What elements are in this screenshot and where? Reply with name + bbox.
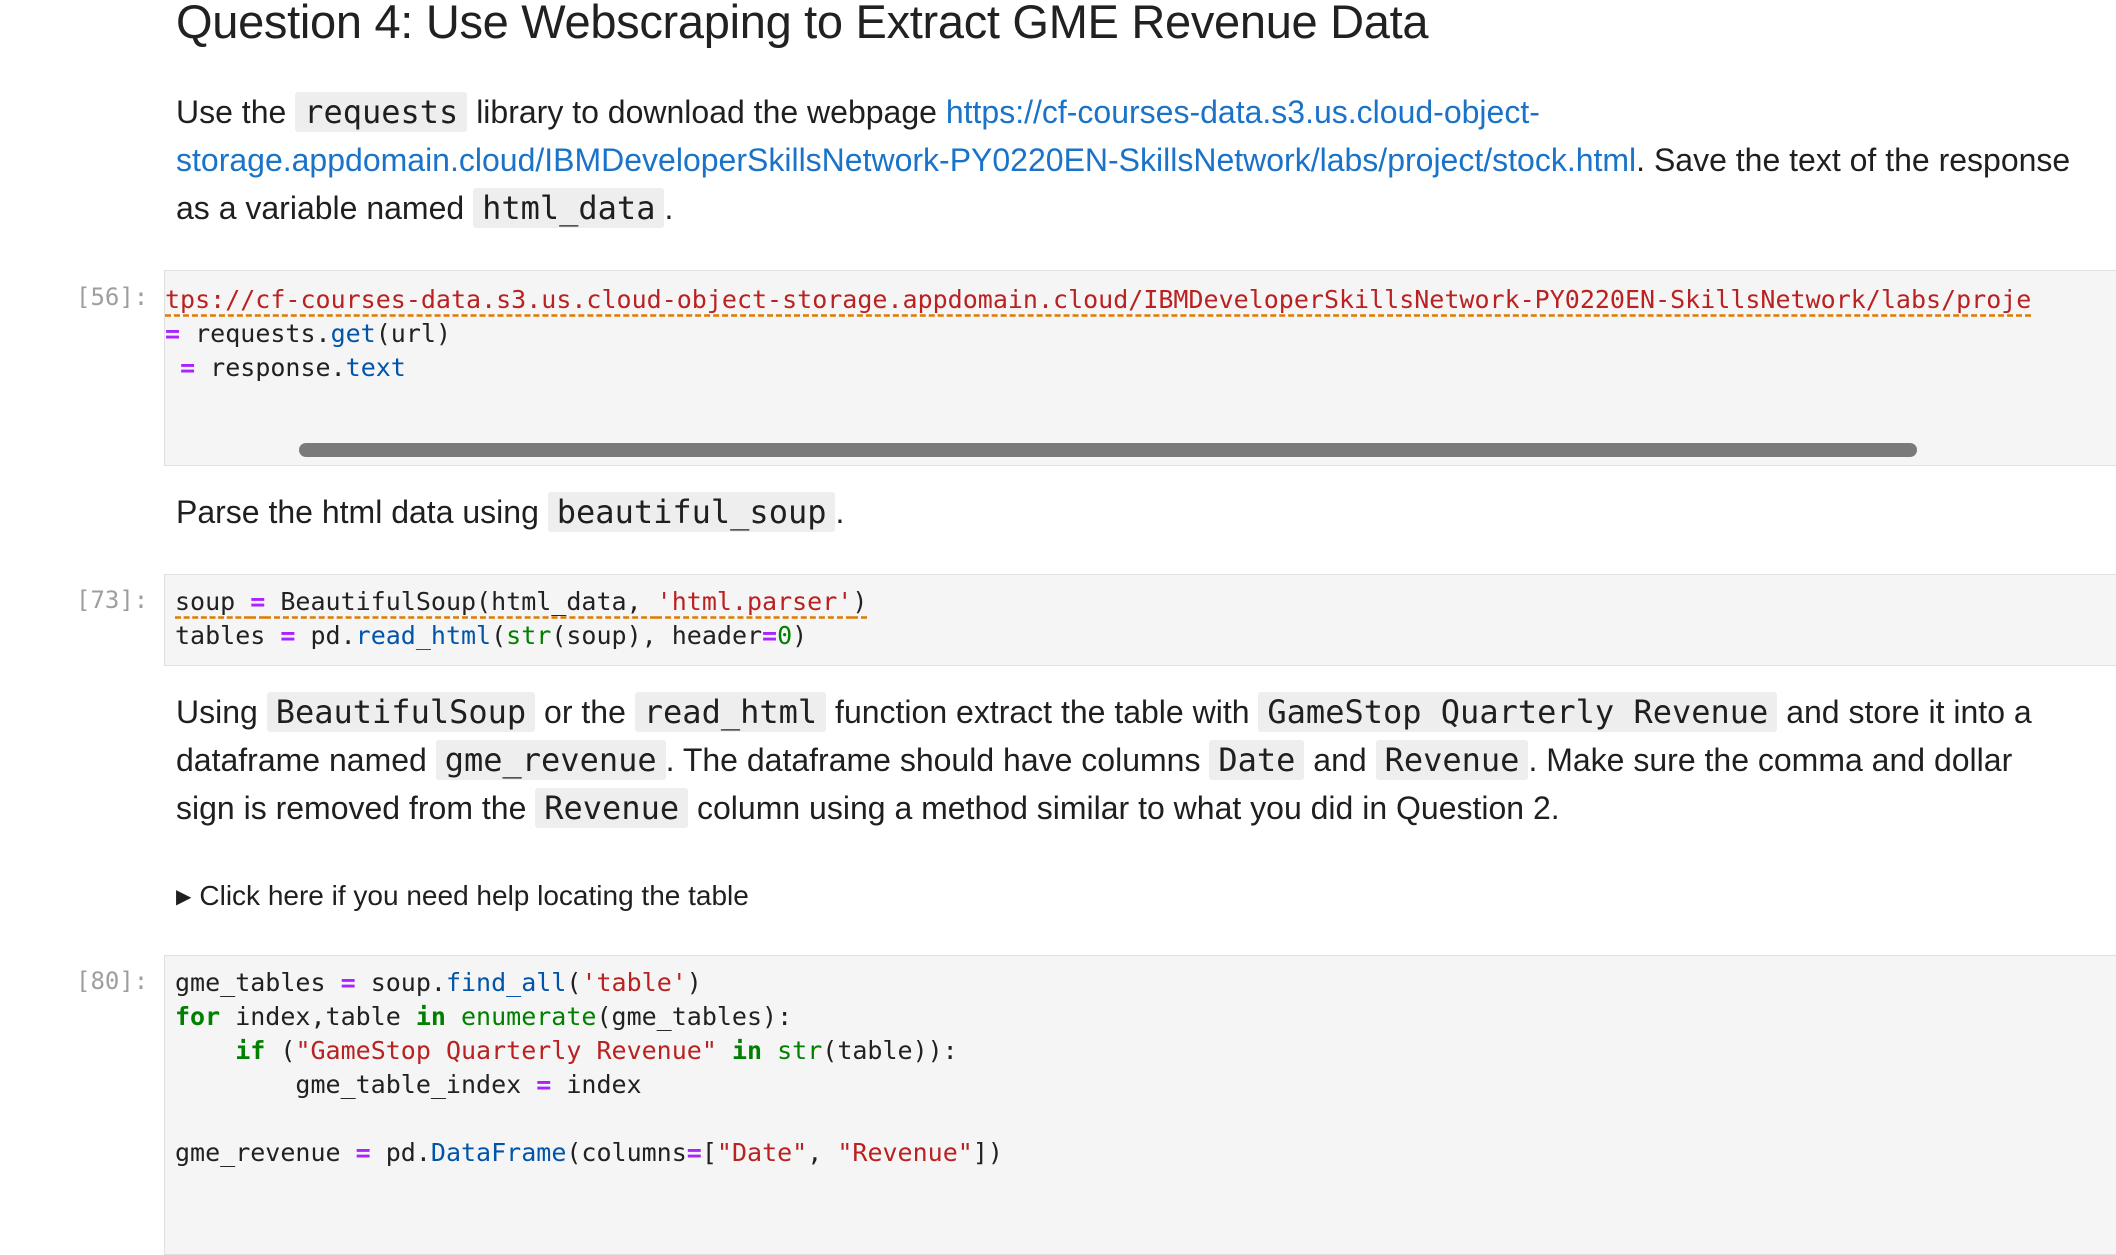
instruction-paragraph-3: Using BeautifulSoup or the read_html fun… xyxy=(176,692,2032,828)
inline-code-revenue-2: Revenue xyxy=(535,788,689,828)
code-cell-73[interactable]: soup = BeautifulSoup(html_data, 'html.pa… xyxy=(164,574,2116,666)
code-cell-73-source[interactable]: soup = BeautifulSoup(html_data, 'html.pa… xyxy=(165,585,2116,653)
code-cell-56-source[interactable]: tps://cf-courses-data.s3.us.cloud-object… xyxy=(165,283,2116,385)
inline-code-revenue: Revenue xyxy=(1375,740,1529,780)
inline-code-beautifulsoup: BeautifulSoup xyxy=(266,692,536,732)
inline-code-html-data: html_data xyxy=(473,188,665,228)
code-cell-56[interactable]: tps://cf-courses-data.s3.us.cloud-object… xyxy=(164,270,2116,466)
question-heading: Question 4: Use Webscraping to Extract G… xyxy=(176,0,1429,48)
inline-code-date: Date xyxy=(1209,740,1305,780)
help-details-toggle[interactable]: ▶ Click here if you need help locating th… xyxy=(176,872,749,921)
inline-code-beautiful-soup: beautiful_soup xyxy=(547,492,836,532)
inline-code-gme-revenue: gme_revenue xyxy=(435,740,666,780)
disclosure-triangle-icon: ▶ xyxy=(176,886,192,908)
cell-73-prompt: [73]: xyxy=(76,586,149,614)
cell-56-prompt: [56]: xyxy=(76,283,149,311)
inline-code-read-html: read_html xyxy=(634,692,827,732)
horizontal-scrollbar[interactable] xyxy=(299,443,1917,457)
inline-code-requests: requests xyxy=(295,92,468,132)
code-cell-80-source[interactable]: gme_tables = soup.find_all('table') for … xyxy=(165,966,2116,1170)
inline-code-table-name: GameStop Quarterly Revenue xyxy=(1258,692,1778,732)
instruction-paragraph-1: Use the requests library to download the… xyxy=(176,92,2071,228)
details-summary-label: Click here if you need help locating the… xyxy=(199,880,749,911)
instruction-paragraph-2: Parse the html data using beautiful_soup… xyxy=(176,492,845,532)
cell-80-prompt: [80]: xyxy=(76,967,149,995)
code-cell-80[interactable]: gme_tables = soup.find_all('table') for … xyxy=(164,955,2116,1255)
